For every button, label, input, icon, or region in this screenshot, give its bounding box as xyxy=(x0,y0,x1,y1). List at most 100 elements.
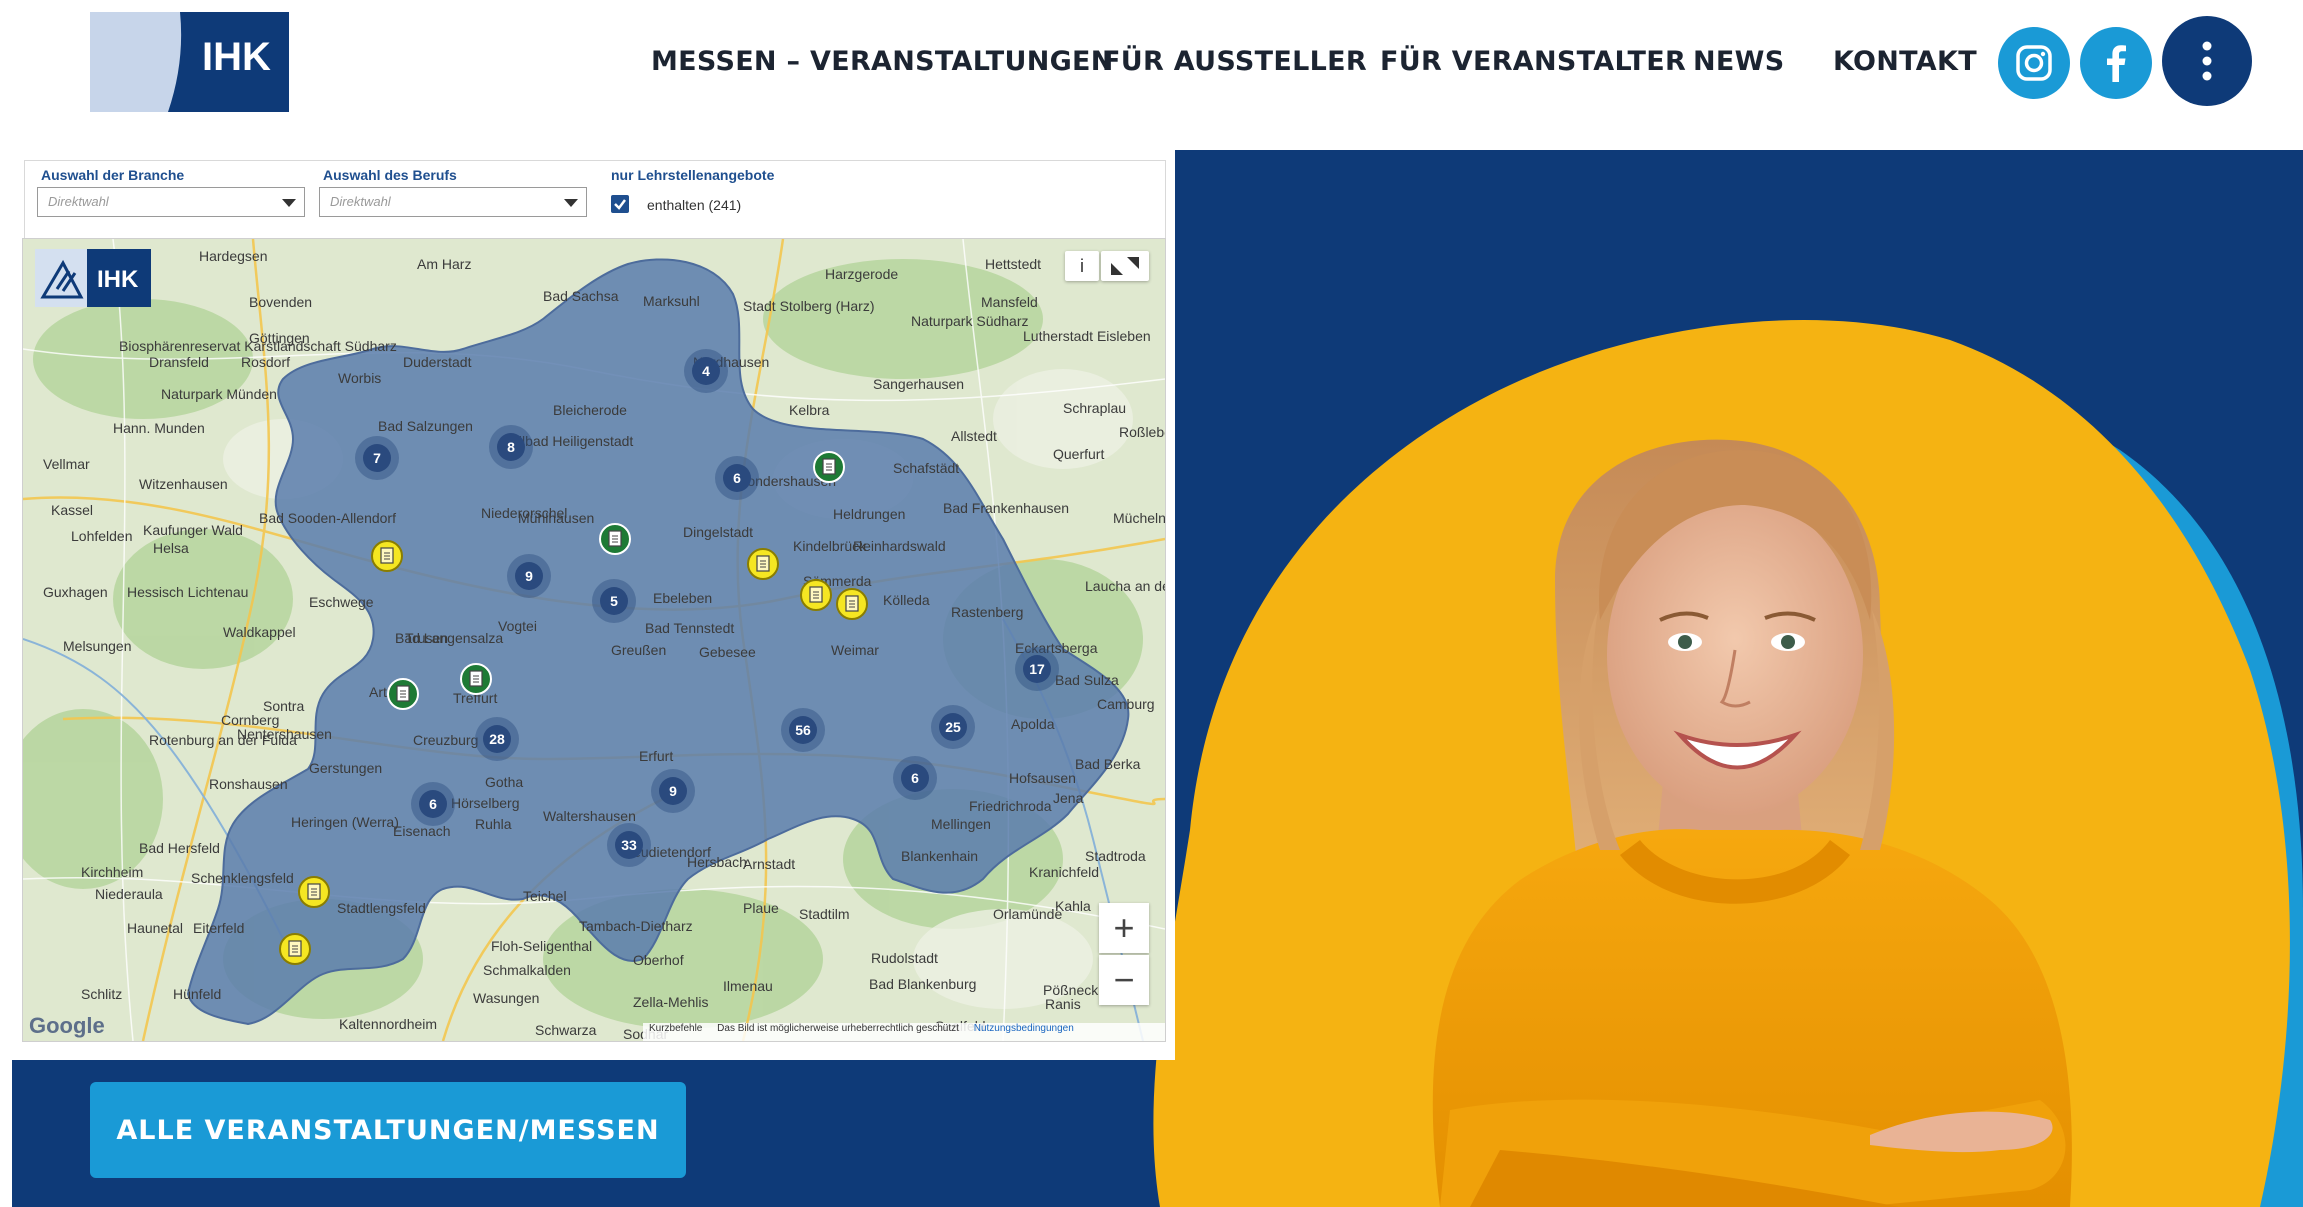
map-place-label: Mellingen xyxy=(931,816,991,832)
map-place-label: Creuzburg xyxy=(413,732,478,748)
cluster-count: 17 xyxy=(1029,661,1045,677)
map-place-label: Waldkappel xyxy=(223,624,296,640)
map-place-label: Bad Sachsa xyxy=(543,288,619,304)
document-marker-green[interactable] xyxy=(813,451,845,483)
map-view[interactable]: Hardegsen Bovenden Göttingen Duderstadt Bad … xyxy=(22,238,1166,1042)
map-place-label: Schwarza xyxy=(535,1022,597,1038)
map-place-label: Reinhardswald xyxy=(853,538,946,554)
check-icon xyxy=(614,199,626,210)
map-cluster-marker[interactable]: 4 xyxy=(684,349,728,393)
nav-news[interactable]: NEWS xyxy=(1693,46,1784,77)
map-place-label: Hann. Munden xyxy=(113,420,205,436)
plus-icon: + xyxy=(1113,907,1135,948)
map-cluster-marker[interactable]: 6 xyxy=(893,756,937,800)
map-place-label: Oberhof xyxy=(633,952,684,968)
map-place-label: Ruhla xyxy=(475,816,512,832)
cluster-count: 9 xyxy=(669,783,677,799)
cluster-count: 8 xyxy=(507,439,515,455)
map-place-label: Hessisch Lichtenau xyxy=(127,584,248,600)
map-place-label: Friedrichroda xyxy=(969,798,1052,814)
map-place-label: Kirchheim xyxy=(81,864,143,880)
nav-fuer-aussteller[interactable]: FÜR AUSSTELLER xyxy=(1102,46,1367,77)
map-cluster-marker[interactable]: 5 xyxy=(592,579,636,623)
document-marker-yellow[interactable] xyxy=(298,876,330,908)
map-place-label: Worbis xyxy=(338,370,381,386)
cluster-count: 5 xyxy=(610,593,618,609)
map-place-label: Gotha xyxy=(485,774,523,790)
minus-icon: − xyxy=(1113,959,1135,1000)
info-button[interactable]: i xyxy=(1065,251,1099,281)
document-marker-yellow[interactable] xyxy=(800,579,832,611)
map-place-label: Kaufunger Wald xyxy=(143,522,243,538)
document-marker-green[interactable] xyxy=(460,663,492,695)
more-menu-button[interactable] xyxy=(2162,16,2252,106)
cluster-count: 9 xyxy=(525,568,533,584)
document-marker-green[interactable] xyxy=(599,523,631,555)
map-place-label: Schraplau xyxy=(1063,400,1126,416)
map-place-label: Mansfeld xyxy=(981,294,1038,310)
facebook-button[interactable] xyxy=(2080,27,2152,99)
map-place-label: Bad Salzungen xyxy=(378,418,473,434)
ihk-logo[interactable]: IHK xyxy=(90,12,289,112)
map-place-label: Weimar xyxy=(831,642,879,658)
map-place-label: Hörselberg xyxy=(451,795,519,811)
map-place-label: Bad Tennstedt xyxy=(645,620,734,636)
map-cluster-marker[interactable]: 9 xyxy=(507,554,551,598)
instagram-button[interactable] xyxy=(1998,27,2070,99)
map-cluster-marker[interactable]: 17 xyxy=(1015,647,1059,691)
nav-kontakt[interactable]: KONTAKT xyxy=(1833,46,1977,77)
nav-messen-veranstaltungen[interactable]: MESSEN – VERANSTALTUNGEN xyxy=(651,46,1114,77)
beruf-select[interactable]: Direktwahl xyxy=(319,187,587,217)
document-marker-green[interactable] xyxy=(387,678,419,710)
zoom-in-button[interactable]: + xyxy=(1099,903,1149,953)
map-place-label: Eschwege xyxy=(309,594,374,610)
map-place-label: Schafstädt xyxy=(893,460,959,476)
document-marker-yellow[interactable] xyxy=(747,548,779,580)
logo-text: IHK xyxy=(202,35,271,79)
map-place-label: Apolda xyxy=(1011,716,1055,732)
branche-select[interactable]: Direktwahl xyxy=(37,187,305,217)
document-marker-yellow[interactable] xyxy=(836,588,868,620)
map-place-label: Kranichfeld xyxy=(1029,864,1099,880)
map-place-label: Orlamünde xyxy=(993,906,1062,922)
map-cluster-marker[interactable]: 9 xyxy=(651,769,695,813)
document-marker-yellow[interactable] xyxy=(371,540,403,572)
map-place-label: Bad Hersfeld xyxy=(139,840,220,856)
map-cluster-marker[interactable]: 6 xyxy=(411,782,455,826)
map-cluster-marker[interactable]: 25 xyxy=(931,705,975,749)
zoom-out-button[interactable]: − xyxy=(1099,955,1149,1005)
map-place-label: Eisenach xyxy=(393,823,451,839)
map-cluster-marker[interactable]: 33 xyxy=(607,823,651,867)
map-place-label: Bovenden xyxy=(249,294,312,310)
cluster-count: 6 xyxy=(911,770,919,786)
fullscreen-button[interactable] xyxy=(1101,251,1149,281)
nav-fuer-veranstalter[interactable]: FÜR VERANSTALTER xyxy=(1380,46,1686,77)
cluster-count: 25 xyxy=(945,719,961,735)
branche-placeholder: Direktwahl xyxy=(48,194,109,209)
cluster-count: 28 xyxy=(489,731,505,747)
map-cluster-marker[interactable]: 6 xyxy=(715,456,759,500)
map-place-label: Ebeleben xyxy=(653,590,712,606)
map-place-label: Ilmenau xyxy=(723,978,773,994)
lehrstellen-checkbox[interactable] xyxy=(611,195,629,213)
facebook-icon xyxy=(2107,45,2126,82)
map-place-label: Floh-Seligenthal xyxy=(491,938,592,954)
map-place-label: Kölleda xyxy=(883,592,930,608)
document-marker-yellow[interactable] xyxy=(279,933,311,965)
info-icon: i xyxy=(1080,255,1084,276)
map-ihk-logo: IHK xyxy=(35,249,151,307)
map-logo-text: IHK xyxy=(97,266,139,293)
map-cluster-marker[interactable]: 56 xyxy=(781,708,825,752)
map-place-label: Hardegsen xyxy=(199,248,268,264)
map-cluster-marker[interactable]: 8 xyxy=(489,425,533,469)
map-place-label: Tambach-Dietharz xyxy=(579,918,693,934)
all-events-button[interactable]: ALLE VERANSTALTUNGEN/MESSEN xyxy=(90,1082,686,1178)
map-cluster-marker[interactable]: 28 xyxy=(475,717,519,761)
map-place-label: Stadtilm xyxy=(799,906,850,922)
terms-link[interactable]: Nutzungsbedingungen xyxy=(974,1023,1074,1034)
shortcuts-link[interactable]: Kurzbefehle xyxy=(649,1023,702,1034)
map-cluster-marker[interactable]: 7 xyxy=(355,436,399,480)
map-footer: Kurzbefehle Das Bild ist möglicherweise … xyxy=(643,1023,1165,1041)
map-place-label: Hofsausen xyxy=(1009,770,1076,786)
map-place-label: Bad Sulza xyxy=(1055,672,1119,688)
